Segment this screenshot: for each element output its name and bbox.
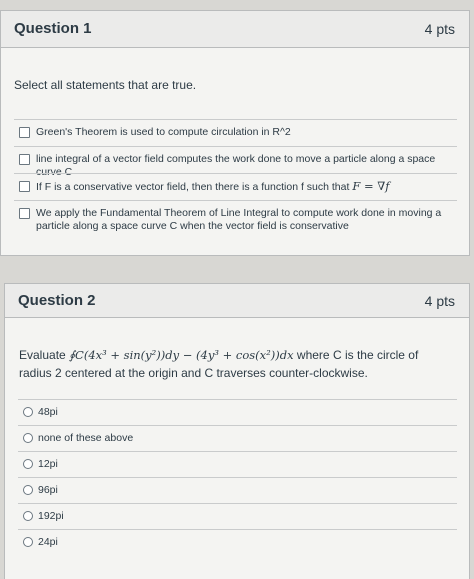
option-label: none of these above (38, 432, 134, 444)
radio-button[interactable] (23, 537, 33, 547)
question-1-answers: Green's Theorem is used to compute circu… (14, 119, 457, 241)
prompt-prefix: Evaluate (19, 348, 66, 362)
checkbox[interactable] (19, 208, 30, 219)
question-1-points: 4 pts (424, 21, 455, 37)
checkbox[interactable] (19, 154, 30, 165)
answer-label-wrap: If F is a conservative vector field, the… (36, 180, 453, 194)
question-2-title: Question 2 (18, 292, 96, 309)
option-label: 48pi (38, 406, 58, 418)
radio-option-4[interactable]: 96pi (18, 477, 457, 503)
radio-button[interactable] (23, 511, 33, 521)
question-2-prompt: Evaluate ∮C(4x³ + sin(y²))dy − (4y³ + co… (19, 346, 454, 382)
radio-option-1[interactable]: 48pi (18, 399, 457, 425)
radio-button[interactable] (23, 485, 33, 495)
answer-label: If F is a conservative vector field, the… (36, 181, 350, 193)
option-label: 96pi (38, 484, 58, 496)
radio-option-2[interactable]: none of these above (18, 425, 457, 451)
radio-button[interactable] (23, 433, 33, 443)
question-2-card: Question 2 4 pts Evaluate ∮C(4x³ + sin(y… (4, 283, 470, 579)
answer-option-4[interactable]: We apply the Fundamental Theorem of Line… (14, 200, 457, 241)
question-1-header: Question 1 4 pts (1, 11, 469, 48)
radio-option-3[interactable]: 12pi (18, 451, 457, 477)
checkbox[interactable] (19, 127, 30, 138)
answer-option-3[interactable]: If F is a conservative vector field, the… (14, 173, 457, 200)
answer-option-1[interactable]: Green's Theorem is used to compute circu… (14, 119, 457, 146)
answer-label: We apply the Fundamental Theorem of Line… (36, 207, 442, 232)
radio-option-5[interactable]: 192pi (18, 503, 457, 529)
question-1-prompt: Select all statements that are true. (14, 78, 197, 92)
answer-option-2[interactable]: line integral of a vector field computes… (14, 146, 457, 178)
prompt-integral: ∮C(4x³ + sin(y²))dy − (4y³ + cos(x²))dx (69, 348, 294, 362)
option-label: 192pi (38, 510, 64, 522)
question-2-points: 4 pts (424, 293, 455, 309)
question-2-options: 48pi none of these above 12pi 96pi 192pi… (18, 399, 457, 555)
checkbox[interactable] (19, 181, 30, 192)
answer-math: F = ∇f (352, 179, 390, 193)
question-2-header: Question 2 4 pts (5, 284, 469, 318)
answer-label: Green's Theorem is used to compute circu… (36, 126, 291, 138)
radio-button[interactable] (23, 459, 33, 469)
option-label: 12pi (38, 458, 58, 470)
question-1-title: Question 1 (14, 20, 92, 37)
question-1-card: Question 1 4 pts Select all statements t… (0, 10, 470, 256)
radio-button[interactable] (23, 407, 33, 417)
option-label: 24pi (38, 536, 58, 548)
radio-option-6[interactable]: 24pi (18, 529, 457, 555)
